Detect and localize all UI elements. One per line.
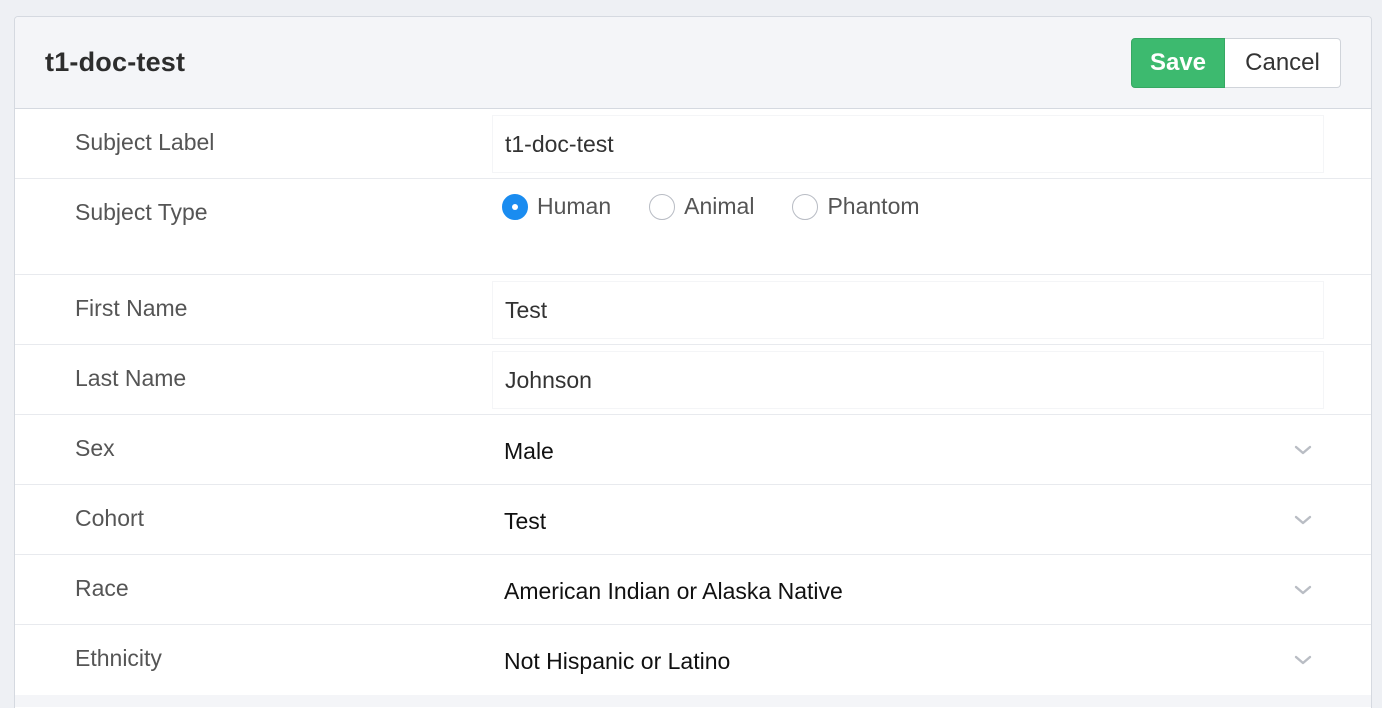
subject-type-label: Subject Type	[75, 199, 208, 225]
race-select-value[interactable]: American Indian or Alaska Native	[504, 576, 1294, 605]
sex-label: Sex	[75, 435, 115, 461]
radio-phantom-label[interactable]: Phantom	[827, 193, 919, 220]
ethnicity-label: Ethnicity	[75, 645, 162, 671]
row-ethnicity: Ethnicity Not Hispanic or Latino	[15, 625, 1371, 695]
radio-phantom[interactable]: Phantom	[792, 193, 920, 220]
last-name-label: Last Name	[75, 365, 187, 391]
ethnicity-select[interactable]: Not Hispanic or Latino	[492, 631, 1324, 689]
radio-checked-icon[interactable]	[502, 193, 528, 220]
first-name-label: First Name	[75, 295, 188, 321]
cohort-label: Cohort	[75, 505, 145, 531]
first-name-input[interactable]	[492, 281, 1324, 339]
chevron-down-icon[interactable]	[1294, 441, 1312, 459]
sex-select[interactable]: Male	[492, 421, 1324, 479]
row-subject-label: Subject Label	[15, 109, 1371, 179]
page-title: t1-doc-test	[45, 47, 186, 77]
radio-human-label[interactable]: Human	[537, 193, 611, 220]
ethnicity-select-value[interactable]: Not Hispanic or Latino	[504, 646, 1294, 675]
panel-header: t1-doc-test Save Cancel	[15, 17, 1371, 109]
row-race: Race American Indian or Alaska Native	[15, 555, 1371, 625]
chevron-down-icon[interactable]	[1294, 581, 1312, 599]
subject-label-input[interactable]	[492, 115, 1324, 173]
radio-unchecked-icon[interactable]	[649, 193, 676, 220]
chevron-down-icon[interactable]	[1294, 651, 1312, 669]
sex-select-value[interactable]: Male	[504, 436, 1294, 465]
last-name-input[interactable]	[492, 351, 1324, 409]
row-first-name: First Name	[15, 275, 1371, 345]
cancel-button[interactable]: Cancel	[1225, 38, 1341, 88]
subject-edit-panel: t1-doc-test Save Cancel Subject Label Su…	[14, 16, 1372, 708]
radio-unchecked-icon[interactable]	[792, 193, 819, 220]
race-label: Race	[75, 575, 129, 601]
race-select[interactable]: American Indian or Alaska Native	[492, 561, 1324, 619]
row-last-name: Last Name	[15, 345, 1371, 415]
radio-animal[interactable]: Animal	[649, 193, 754, 220]
subject-type-radio-group: Human Animal Phantom	[502, 193, 958, 220]
row-sex: Sex Male	[15, 415, 1371, 485]
panel-footer	[15, 695, 1371, 707]
save-button[interactable]: Save	[1131, 38, 1225, 88]
radio-animal-label[interactable]: Animal	[684, 193, 754, 220]
row-subject-type: Subject Type Human Animal Phantom	[15, 179, 1371, 275]
row-cohort: Cohort Test	[15, 485, 1371, 555]
cohort-select[interactable]: Test	[492, 491, 1324, 549]
cohort-select-value[interactable]: Test	[504, 506, 1294, 535]
radio-human[interactable]: Human	[502, 193, 611, 220]
chevron-down-icon[interactable]	[1294, 511, 1312, 529]
subject-label-label: Subject Label	[75, 129, 215, 155]
action-button-group: Save Cancel	[1131, 38, 1341, 88]
